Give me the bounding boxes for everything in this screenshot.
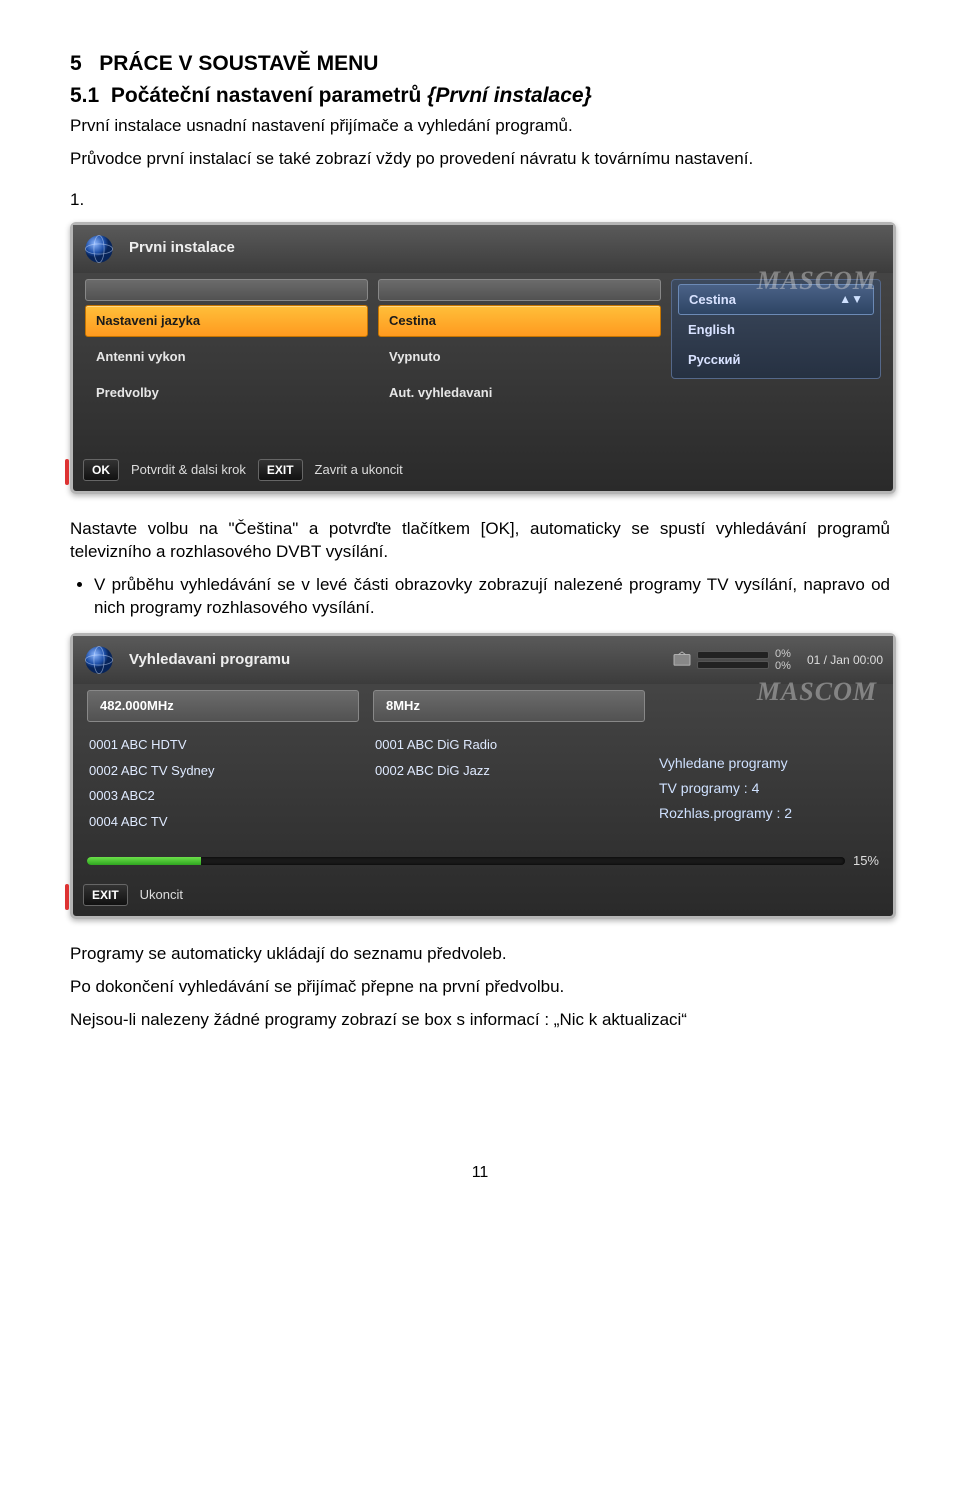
signal-bar-b [697,661,769,669]
pct-b: 0% [775,661,791,671]
language-select-list[interactable]: Cestina ▲▼ English Русский [671,279,881,380]
language-option-czech[interactable]: Cestina ▲▼ [678,284,874,316]
ok-key-label: Potvrdit & dalsi krok [131,461,246,479]
red-edge-marker [65,884,69,910]
section-number: 5 [70,52,82,75]
radio-item: 0001 ABC DiG Radio [373,732,649,758]
language-option-label: Cestina [689,291,736,309]
list-marker-1: 1. [70,189,890,212]
language-option-english[interactable]: English [678,315,874,345]
exit-key-label: Ukoncit [140,886,183,904]
after-paragraph-2: Po dokončení vyhledávání se přijímač pře… [70,976,890,999]
section-title: PRÁCE V SOUSTAVĚ MENU [99,52,378,75]
tv-icon [673,651,691,669]
subsection-title-italic: {První instalace} [427,84,592,107]
menu-item-language[interactable]: Nastaveni jazyka [85,305,368,337]
installer-title: Prvni instalace [129,238,883,258]
installer-header: Prvni instalace [73,225,893,273]
exit-key-icon: EXIT [258,459,303,481]
scan-radio-list: 0001 ABC DiG Radio 0002 ABC DiG Jazz [373,732,649,834]
section-heading: 5 PRÁCE V SOUSTAVĚ MENU [70,50,890,78]
scan-bandwidth: 8MHz [373,690,645,722]
scan-progress-bar [87,857,845,865]
subsection-number: 5.1 [70,84,99,107]
exit-key-label: Zavrit a ukoncit [315,461,403,479]
bullet-scan-explain: V průběhu vyhledávání se v levé části ob… [94,574,890,620]
tv-item: 0004 ABC TV [87,809,363,835]
scan-summary-radio: Rozhlas.programy : 2 [659,804,879,823]
scan-header: Vyhledavani programu 0% 0% 01 / Jan 00:0… [73,636,893,684]
globe-icon [79,642,119,678]
installer-footer: OK Potvrdit & dalsi krok EXIT Zavrit a u… [73,451,893,491]
scan-screenshot: MASCOM Vyhledavani programu 0% 0% 01 / J… [70,633,896,918]
language-option-russian[interactable]: Русский [678,345,874,375]
menu-item-antenna[interactable]: Antenni vykon [85,341,368,373]
tv-item: 0002 ABC TV Sydney [87,758,363,784]
red-edge-marker [65,459,69,485]
intro-paragraph-1: První instalace usnadní nastavení přijím… [70,115,890,138]
scan-clock: 01 / Jan 00:00 [807,655,883,665]
scan-progress-fill [87,857,201,865]
installer-screenshot: MASCOM Prvni instalace Nastaveni jazyka … [70,222,896,494]
globe-icon [79,231,119,267]
menu-value-language[interactable]: Cestina [378,305,661,337]
scan-frequency: 482.000MHz [87,690,359,722]
scan-freq-row: 482.000MHz 8MHz [73,690,893,732]
col-header-left [85,279,368,301]
scan-title: Vyhledavani programu [129,650,673,670]
tv-item: 0001 ABC HDTV [87,732,363,758]
subsection-title: Počáteční nastavení parametrů [111,84,427,107]
scan-summary: Vyhledane programy TV programy : 4 Rozhl… [659,732,879,834]
scan-tv-list: 0001 ABC HDTV 0002 ABC TV Sydney 0003 AB… [87,732,363,834]
menu-value-presets[interactable]: Aut. vyhledavani [378,377,661,409]
ok-key-icon: OK [83,459,119,481]
signal-bar-a [697,651,769,659]
scan-progress-pct: 15% [853,852,879,870]
updown-icon: ▲▼ [839,291,863,307]
pct-a: 0% [775,649,791,659]
mid-paragraph: Nastavte volbu na "Čeština" a potvrďte t… [70,518,890,564]
menu-value-antenna[interactable]: Vypnuto [378,341,661,373]
menu-item-presets[interactable]: Predvolby [85,377,368,409]
scan-summary-tv: TV programy : 4 [659,779,879,798]
tv-item: 0003 ABC2 [87,783,363,809]
radio-item: 0002 ABC DiG Jazz [373,758,649,784]
page-number: 11 [70,1162,890,1184]
scan-summary-title: Vyhledane programy [659,754,879,773]
exit-key-icon: EXIT [83,884,128,906]
scan-footer: EXIT Ukoncit [73,876,893,916]
col-header-mid [378,279,661,301]
after-paragraph-3: Nejsou-li nalezeny žádné programy zobraz… [70,1009,890,1032]
intro-paragraph-2: Průvodce první instalací se také zobrazí… [70,148,890,171]
after-paragraph-1: Programy se automaticky ukládají do sezn… [70,943,890,966]
subsection-heading: 5.1 Počáteční nastavení parametrů {První… [70,82,890,110]
